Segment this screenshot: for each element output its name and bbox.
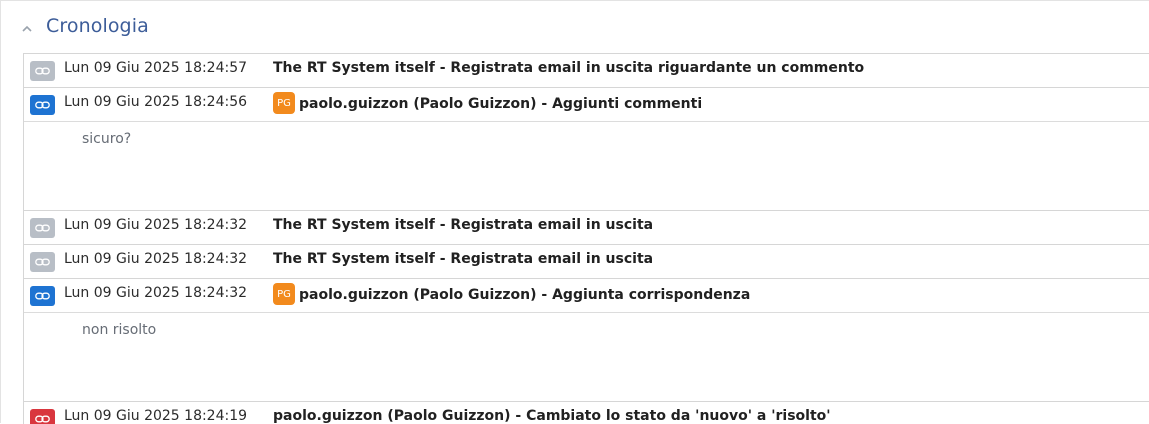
history-entry: Lun 09 Giu 2025 18:24:32 The RT System it… — [24, 211, 1149, 245]
history-entry-header: Lun 09 Giu 2025 18:24:57 The RT System it… — [24, 54, 1149, 87]
history-entry-header: Lun 09 Giu 2025 18:24:32 The RT System it… — [24, 211, 1149, 244]
history-entry-header: Lun 09 Giu 2025 18:24:32 PG paolo.guizzon … — [24, 279, 1149, 313]
link-icon[interactable] — [30, 95, 55, 115]
entry-description-wrap: The RT System itself - Registrata email … — [273, 251, 653, 267]
entry-timestamp: Lun 09 Giu 2025 18:24:19 — [64, 408, 248, 424]
entry-description: The RT System itself - Registrata email … — [273, 60, 865, 76]
history-entry: Lun 09 Giu 2025 18:24:19 paolo.guizzon (P… — [24, 402, 1149, 424]
section-title: Cronologia — [46, 15, 149, 37]
entry-timestamp: Lun 09 Giu 2025 18:24:57 — [64, 60, 248, 76]
entry-timestamp: Lun 09 Giu 2025 18:24:32 — [64, 251, 248, 267]
entry-description-wrap: PG paolo.guizzon (Paolo Guizzon) - Aggiun… — [273, 92, 703, 114]
history-header: Cronologia — [1, 1, 1149, 53]
history-entry-header: Lun 09 Giu 2025 18:24:56 PG paolo.guizzon … — [24, 88, 1149, 122]
entry-description: The RT System itself - Registrata email … — [273, 251, 654, 267]
entry-description-wrap: paolo.guizzon (Paolo Guizzon) - Cambiato… — [273, 408, 831, 424]
history-entry: Lun 09 Giu 2025 18:24:32 The RT System it… — [24, 245, 1149, 279]
entry-description-wrap: The RT System itself - Registrata email … — [273, 217, 653, 233]
history-list: Lun 09 Giu 2025 18:24:57 The RT System it… — [23, 53, 1149, 424]
link-icon[interactable] — [30, 252, 55, 272]
entry-content-text: non risolto — [82, 322, 157, 338]
entry-description: paolo.guizzon (Paolo Guizzon) - Aggiunti… — [299, 96, 703, 112]
entry-timestamp: Lun 09 Giu 2025 18:24:56 — [64, 94, 248, 110]
history-panel: Cronologia Lun 09 Giu 2025 18:24:57 The R… — [0, 0, 1149, 424]
entry-description: The RT System itself - Registrata email … — [273, 217, 654, 233]
entry-content: sicuro? — [24, 122, 1149, 210]
entry-description: paolo.guizzon (Paolo Guizzon) - Aggiunta… — [299, 287, 751, 303]
link-icon[interactable] — [30, 409, 55, 424]
link-icon[interactable] — [30, 218, 55, 238]
link-icon[interactable] — [30, 61, 55, 81]
history-entry: Lun 09 Giu 2025 18:24:32 PG paolo.guizzon … — [24, 279, 1149, 402]
history-entry-header: Lun 09 Giu 2025 18:24:19 paolo.guizzon (P… — [24, 402, 1149, 424]
avatar[interactable]: PG — [273, 92, 295, 114]
chevron-up-icon[interactable] — [20, 21, 34, 35]
history-entry-header: Lun 09 Giu 2025 18:24:32 The RT System it… — [24, 245, 1149, 278]
avatar[interactable]: PG — [273, 283, 295, 305]
history-entry: Lun 09 Giu 2025 18:24:56 PG paolo.guizzon … — [24, 88, 1149, 211]
entry-description-wrap: PG paolo.guizzon (Paolo Guizzon) - Aggiun… — [273, 283, 751, 305]
entry-description: paolo.guizzon (Paolo Guizzon) - Cambiato… — [273, 408, 831, 424]
entry-content-text: sicuro? — [82, 131, 132, 147]
link-icon[interactable] — [30, 286, 55, 306]
entry-content: non risolto — [24, 313, 1149, 401]
entry-timestamp: Lun 09 Giu 2025 18:24:32 — [64, 217, 248, 233]
entry-description-wrap: The RT System itself - Registrata email … — [273, 60, 864, 76]
history-entry: Lun 09 Giu 2025 18:24:57 The RT System it… — [24, 54, 1149, 88]
entry-timestamp: Lun 09 Giu 2025 18:24:32 — [64, 285, 248, 301]
